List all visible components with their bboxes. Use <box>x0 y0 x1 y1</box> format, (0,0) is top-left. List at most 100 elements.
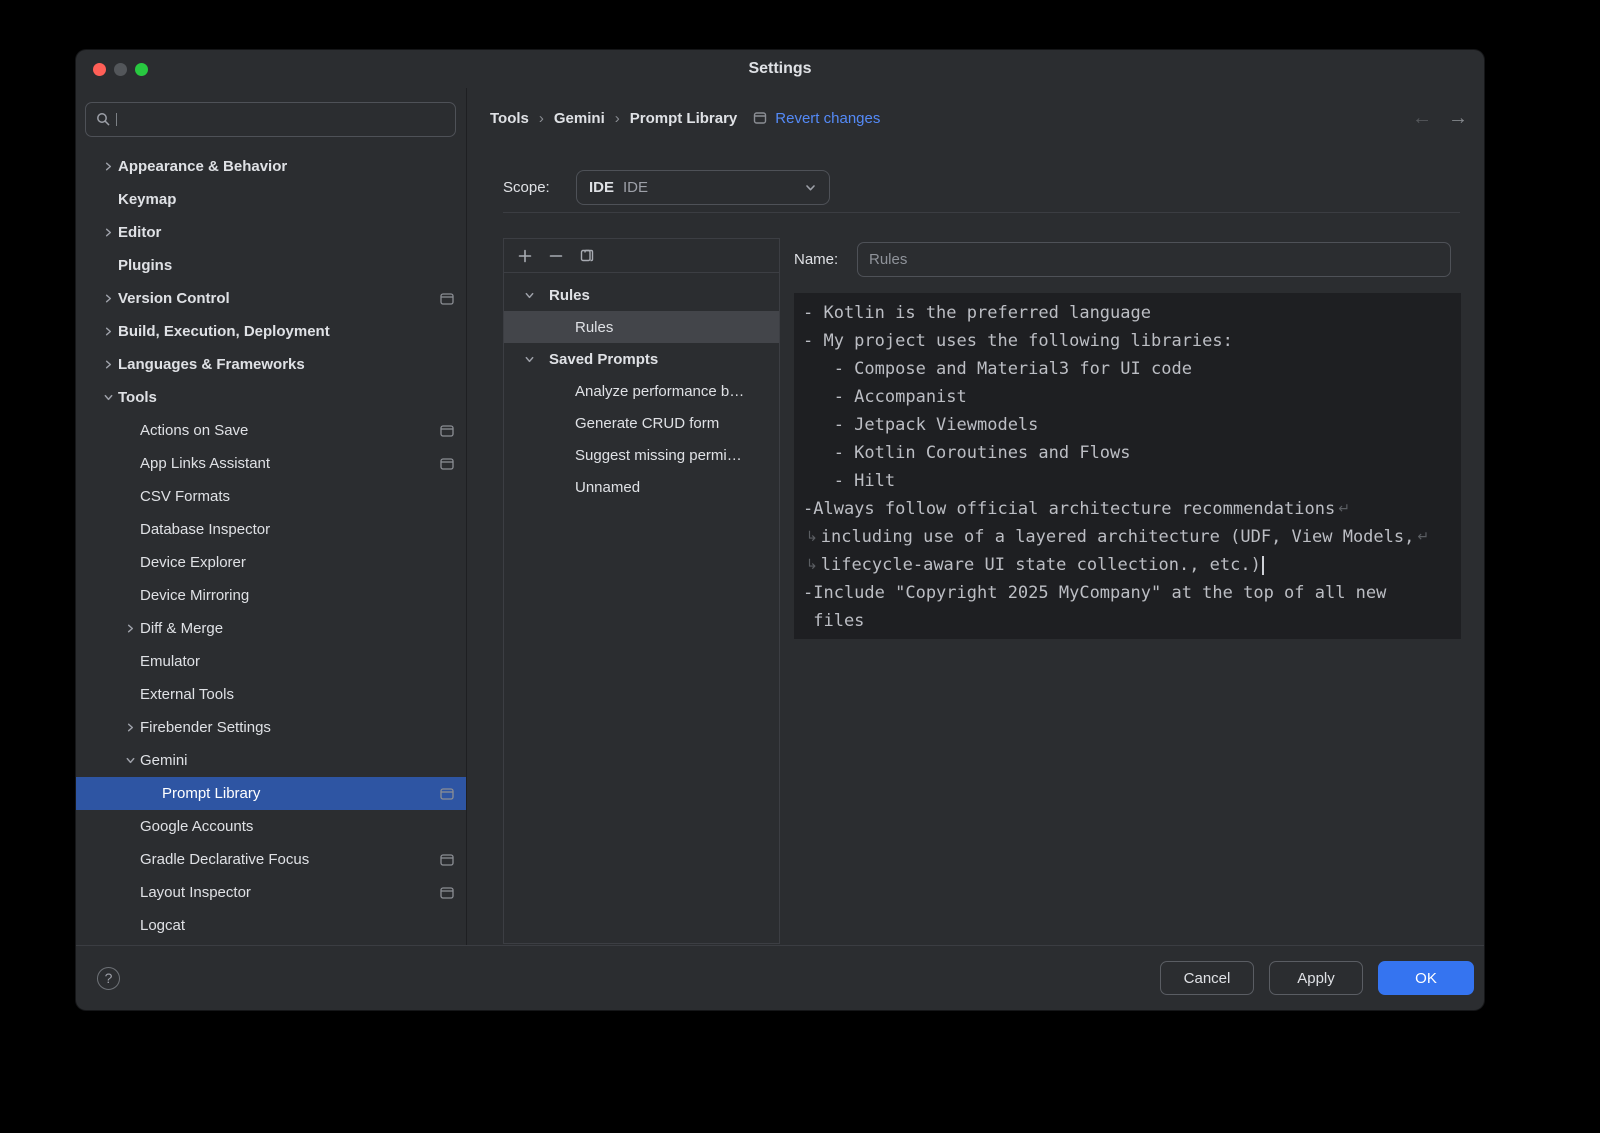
prompt-group-rules[interactable]: Rules <box>504 279 779 311</box>
cancel-button[interactable]: Cancel <box>1160 961 1254 995</box>
chevron-right-icon[interactable] <box>98 293 118 304</box>
prompt-item-unnamed[interactable]: Unnamed <box>504 471 779 503</box>
sidebar-item-app-links-assistant[interactable]: App Links Assistant <box>76 447 466 480</box>
scope-dropdown[interactable]: IDE IDE <box>576 170 830 205</box>
sidebar-item-diff-merge[interactable]: Diff & Merge <box>76 612 466 645</box>
settings-tree: Appearance & Behavior Keymap Editor Plugins… <box>76 150 466 945</box>
sidebar-item-label: Keymap <box>118 191 176 208</box>
editor-line: - Kotlin Coroutines and Flows <box>803 439 1461 467</box>
scope-key: IDE <box>589 179 614 196</box>
sidebar-item-appearance-behavior[interactable]: Appearance & Behavior <box>76 150 466 183</box>
prompt-item-suggest-missing-permi[interactable]: Suggest missing permi… <box>504 439 779 471</box>
breadcrumb-item-tools[interactable]: Tools <box>490 110 529 127</box>
window-title: Settings <box>748 60 811 78</box>
sidebar-item-emulator[interactable]: Emulator <box>76 645 466 678</box>
header-row: Tools›Gemini›Prompt Library Revert chang… <box>490 100 1468 136</box>
prompt-editor[interactable]: - Kotlin is the preferred language- My p… <box>794 293 1461 639</box>
apply-button[interactable]: Apply <box>1269 961 1363 995</box>
prompt-list-panel: Rules Rules Saved Prompts Analyze performan… <box>503 238 780 944</box>
add-prompt-button[interactable] <box>513 244 537 268</box>
sidebar-item-label: Prompt Library <box>162 785 260 802</box>
prompt-item-generate-crud-form[interactable]: Generate CRUD form <box>504 407 779 439</box>
sidebar-item-external-tools[interactable]: External Tools <box>76 678 466 711</box>
footer-buttons: Cancel Apply OK <box>1160 961 1474 995</box>
sidebar-item-version-control[interactable]: Version Control <box>76 282 466 315</box>
window-body: Appearance & Behavior Keymap Editor Plugins… <box>76 88 1484 945</box>
close-button[interactable] <box>93 63 106 76</box>
sidebar-item-label: Plugins <box>118 257 172 274</box>
sidebar-item-label: External Tools <box>140 686 234 703</box>
editor-line: - Jetpack Viewmodels <box>803 411 1461 439</box>
prompt-group-saved-prompts[interactable]: Saved Prompts <box>504 343 779 375</box>
breadcrumb-item-gemini[interactable]: Gemini <box>554 110 605 127</box>
chevron-right-icon[interactable] <box>120 722 140 733</box>
chevron-right-icon[interactable] <box>98 227 118 238</box>
chevron-right-icon[interactable] <box>98 359 118 370</box>
breadcrumb-item-prompt-library[interactable]: Prompt Library <box>630 110 738 127</box>
sidebar-item-google-accounts[interactable]: Google Accounts <box>76 810 466 843</box>
prompt-item-rules[interactable]: Rules <box>504 311 779 343</box>
sidebar-item-database-inspector[interactable]: Database Inspector <box>76 513 466 546</box>
soft-wrap-icon: ↵ <box>1338 495 1350 523</box>
scope-value: IDE <box>623 179 648 196</box>
sidebar-item-logcat[interactable]: Logcat <box>76 909 466 942</box>
sidebar-item-actions-on-save[interactable]: Actions on Save <box>76 414 466 447</box>
revert-changes-link[interactable]: Revert changes <box>775 110 880 127</box>
ok-button[interactable]: OK <box>1378 961 1474 995</box>
editor-line: -Include "Copyright 2025 MyCompany" at t… <box>803 579 1461 607</box>
sidebar-item-layout-inspector[interactable]: Layout Inspector <box>76 876 466 909</box>
chevron-right-icon[interactable] <box>120 623 140 634</box>
help-icon: ? <box>105 970 113 986</box>
chevron-right-icon[interactable] <box>98 326 118 337</box>
editor-line-text: -Include "Copyright 2025 MyCompany" at t… <box>803 579 1386 607</box>
minimize-button[interactable] <box>114 63 127 76</box>
zoom-button[interactable] <box>135 63 148 76</box>
titlebar[interactable]: Settings <box>76 50 1484 88</box>
name-input[interactable]: Rules <box>857 242 1451 277</box>
editor-line: ↳lifecycle-aware UI state collection., e… <box>803 551 1461 579</box>
sidebar-item-keymap[interactable]: Keymap <box>76 183 466 216</box>
prompt-item-label: Unnamed <box>575 479 640 496</box>
scope-label: Scope: <box>503 179 576 196</box>
sidebar-item-gradle-declarative-focus[interactable]: Gradle Declarative Focus <box>76 843 466 876</box>
sidebar-item-gemini[interactable]: Gemini <box>76 744 466 777</box>
sidebar-item-label: Emulator <box>140 653 200 670</box>
main-content: Tools›Gemini›Prompt Library Revert chang… <box>467 88 1484 945</box>
chevron-down-icon[interactable] <box>519 354 539 365</box>
remove-prompt-button[interactable] <box>544 244 568 268</box>
sidebar-item-firebender-settings[interactable]: Firebender Settings <box>76 711 466 744</box>
prompt-item-label: Generate CRUD form <box>575 415 719 432</box>
chevron-right-icon[interactable] <box>98 161 118 172</box>
sidebar-item-device-explorer[interactable]: Device Explorer <box>76 546 466 579</box>
footer: ? Cancel Apply OK <box>76 945 1484 1010</box>
sidebar-item-label: Database Inspector <box>140 521 270 538</box>
prompt-item-label: Rules <box>575 319 613 336</box>
prompt-item-analyze-performance-b[interactable]: Analyze performance b… <box>504 375 779 407</box>
sidebar-item-device-mirroring[interactable]: Device Mirroring <box>76 579 466 612</box>
sidebar-item-csv-formats[interactable]: CSV Formats <box>76 480 466 513</box>
sidebar-item-label: Tools <box>118 389 157 406</box>
sidebar-item-languages-frameworks[interactable]: Languages & Frameworks <box>76 348 466 381</box>
chevron-down-icon[interactable] <box>519 290 539 301</box>
sidebar-item-prompt-library[interactable]: Prompt Library <box>76 777 466 810</box>
chevron-down-icon[interactable] <box>120 755 140 766</box>
name-label: Name: <box>794 251 857 268</box>
sidebar-item-plugins[interactable]: Plugins <box>76 249 466 282</box>
back-arrow-icon[interactable]: ← <box>1412 108 1432 128</box>
chevron-down-icon[interactable] <box>98 392 118 403</box>
sidebar-item-label: Logcat <box>140 917 185 934</box>
sidebar-item-tools[interactable]: Tools <box>76 381 466 414</box>
sidebar-item-label: Editor <box>118 224 161 241</box>
sidebar-item-label: Version Control <box>118 290 230 307</box>
help-button[interactable]: ? <box>97 967 120 990</box>
search-input[interactable] <box>122 110 445 129</box>
search-icon <box>96 112 111 127</box>
breadcrumb-separator: › <box>615 110 620 127</box>
sidebar-item-build-execution-deployment[interactable]: Build, Execution, Deployment <box>76 315 466 348</box>
duplicate-prompt-button[interactable] <box>575 244 599 268</box>
sidebar-item-editor[interactable]: Editor <box>76 216 466 249</box>
prompt-item-label: Saved Prompts <box>549 351 658 368</box>
section-divider <box>503 212 1460 213</box>
search-field[interactable] <box>85 102 456 137</box>
forward-arrow-icon[interactable]: → <box>1448 108 1468 128</box>
